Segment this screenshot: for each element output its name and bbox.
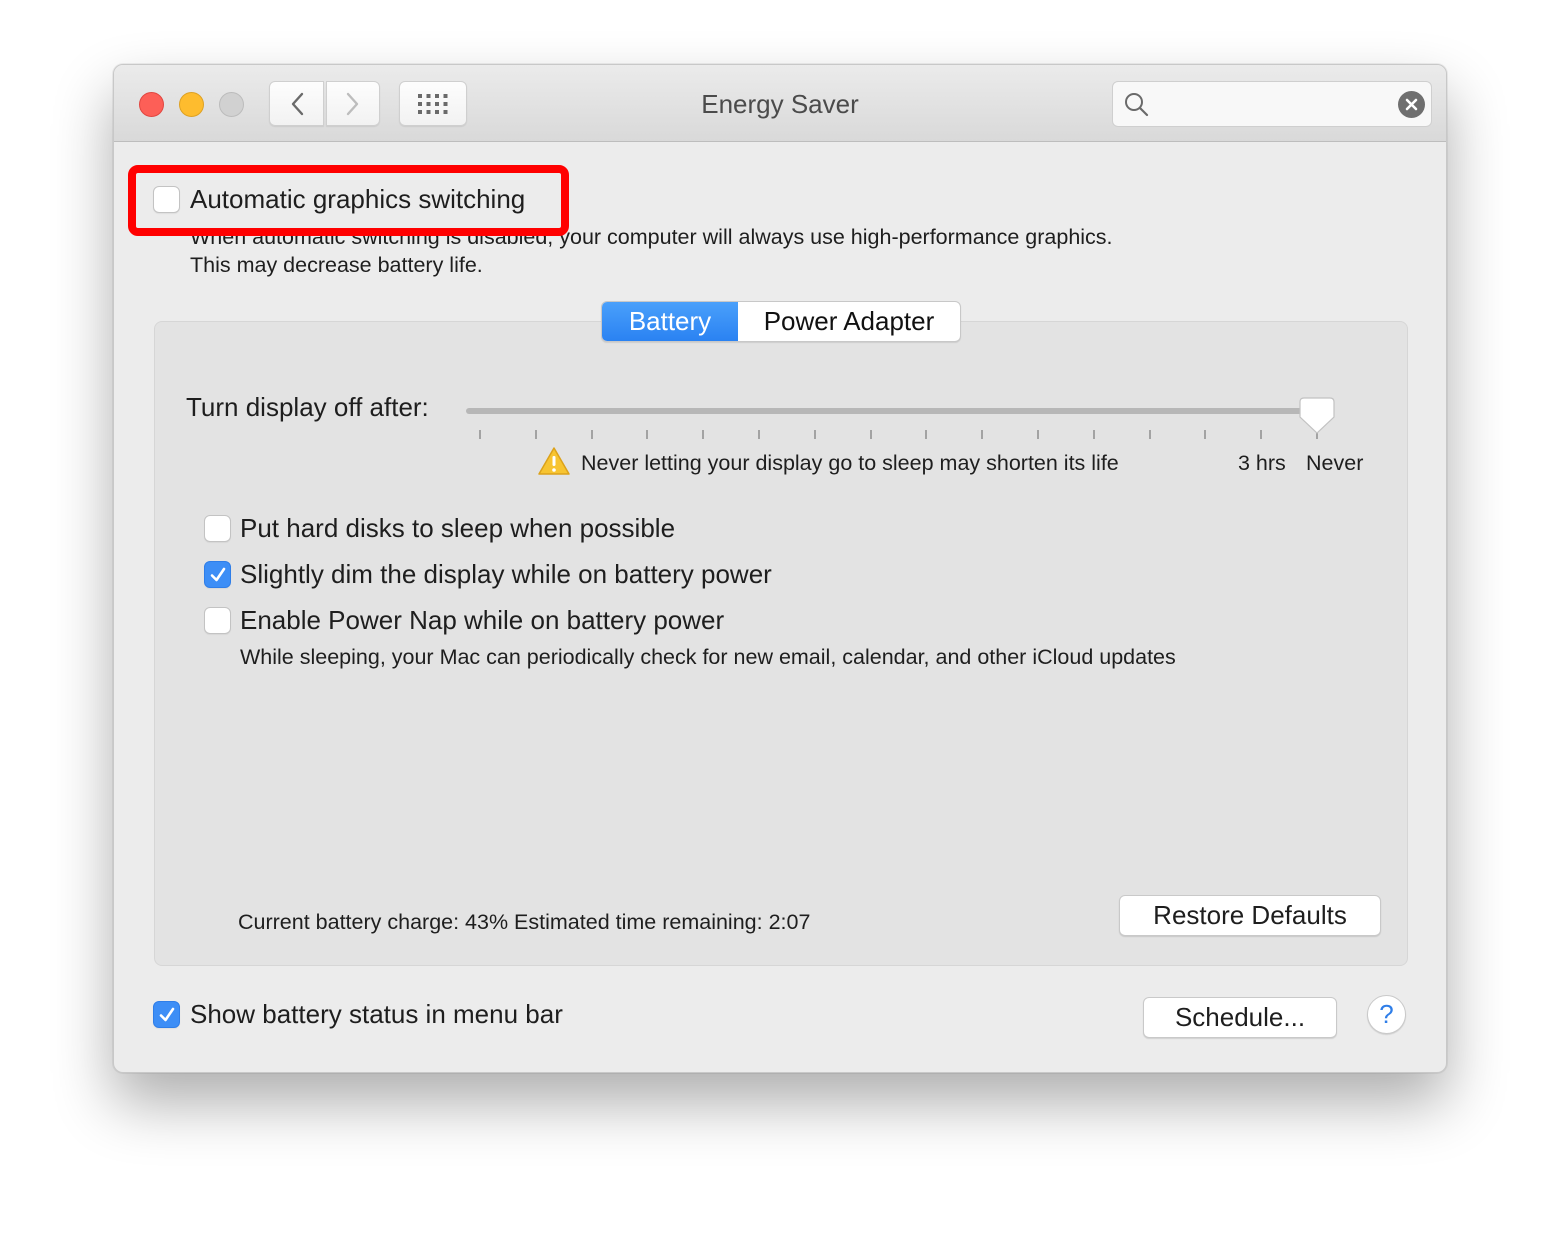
graphics-description-line2: This may decrease battery life. xyxy=(190,253,483,277)
slider-tick xyxy=(1204,430,1207,439)
warning-icon xyxy=(538,447,570,475)
title-bar: Energy Saver xyxy=(114,65,1446,142)
slider-tick xyxy=(1037,430,1039,439)
checkmark-icon xyxy=(210,567,226,582)
schedule-button[interactable]: Schedule... xyxy=(1143,997,1337,1038)
energy-saver-window: Energy Saver Automatic graphics switchin… xyxy=(113,64,1447,1073)
automatic-graphics-switching-label: Automatic graphics switching xyxy=(190,184,526,214)
slider-tick xyxy=(1092,430,1095,439)
search-input[interactable] xyxy=(1157,88,1387,120)
show-battery-status-checkbox[interactable] xyxy=(153,1001,180,1028)
tab-battery[interactable]: Battery xyxy=(602,302,738,341)
slider-tick xyxy=(981,430,984,439)
hard-disks-sleep-checkbox[interactable] xyxy=(204,515,231,542)
slider-tick xyxy=(479,430,481,439)
slider-tick xyxy=(1148,430,1151,439)
tick-label-3-hrs: 3 hrs xyxy=(1238,451,1286,475)
search-icon xyxy=(1125,93,1149,117)
slider-tick xyxy=(869,430,872,439)
automatic-graphics-switching-checkbox[interactable] xyxy=(153,186,180,213)
help-button[interactable]: ? xyxy=(1367,995,1406,1034)
clear-search-button[interactable] xyxy=(1398,91,1425,118)
show-battery-status-label: Show battery status in menu bar xyxy=(190,999,563,1029)
tab-bar: Battery Power Adapter xyxy=(601,301,961,342)
tick-label-never: Never xyxy=(1306,451,1364,475)
slider-tick xyxy=(1260,430,1263,439)
slider-tick xyxy=(702,430,705,439)
dim-display-label: Slightly dim the display while on batter… xyxy=(240,559,772,589)
slider-tick xyxy=(590,430,593,439)
battery-status-text: Current battery charge: 43% Estimated ti… xyxy=(238,910,811,934)
slider-thumb[interactable] xyxy=(1299,397,1335,437)
search-field[interactable] xyxy=(1112,81,1432,127)
dim-display-checkbox[interactable] xyxy=(204,561,231,588)
restore-defaults-button[interactable]: Restore Defaults xyxy=(1119,895,1381,936)
display-sleep-warning: Never letting your display go to sleep m… xyxy=(581,451,1119,475)
display-sleep-label: Turn display off after: xyxy=(186,392,429,422)
slider-tick xyxy=(813,430,816,439)
tab-power-adapter[interactable]: Power Adapter xyxy=(738,302,960,341)
slider-tick xyxy=(646,430,649,439)
slider-tick xyxy=(758,430,760,439)
power-nap-checkbox[interactable] xyxy=(204,607,231,634)
hard-disks-sleep-label: Put hard disks to sleep when possible xyxy=(240,513,676,543)
checkmark-icon xyxy=(159,1007,175,1022)
close-icon xyxy=(1405,98,1418,111)
slider-tick xyxy=(534,430,537,439)
slider-tick xyxy=(925,430,928,439)
display-sleep-slider[interactable] xyxy=(466,408,1322,414)
graphics-description-line1: When automatic switching is disabled, yo… xyxy=(190,225,1113,249)
power-nap-description: While sleeping, your Mac can periodicall… xyxy=(240,645,1176,669)
power-nap-label: Enable Power Nap while on battery power xyxy=(240,605,725,635)
